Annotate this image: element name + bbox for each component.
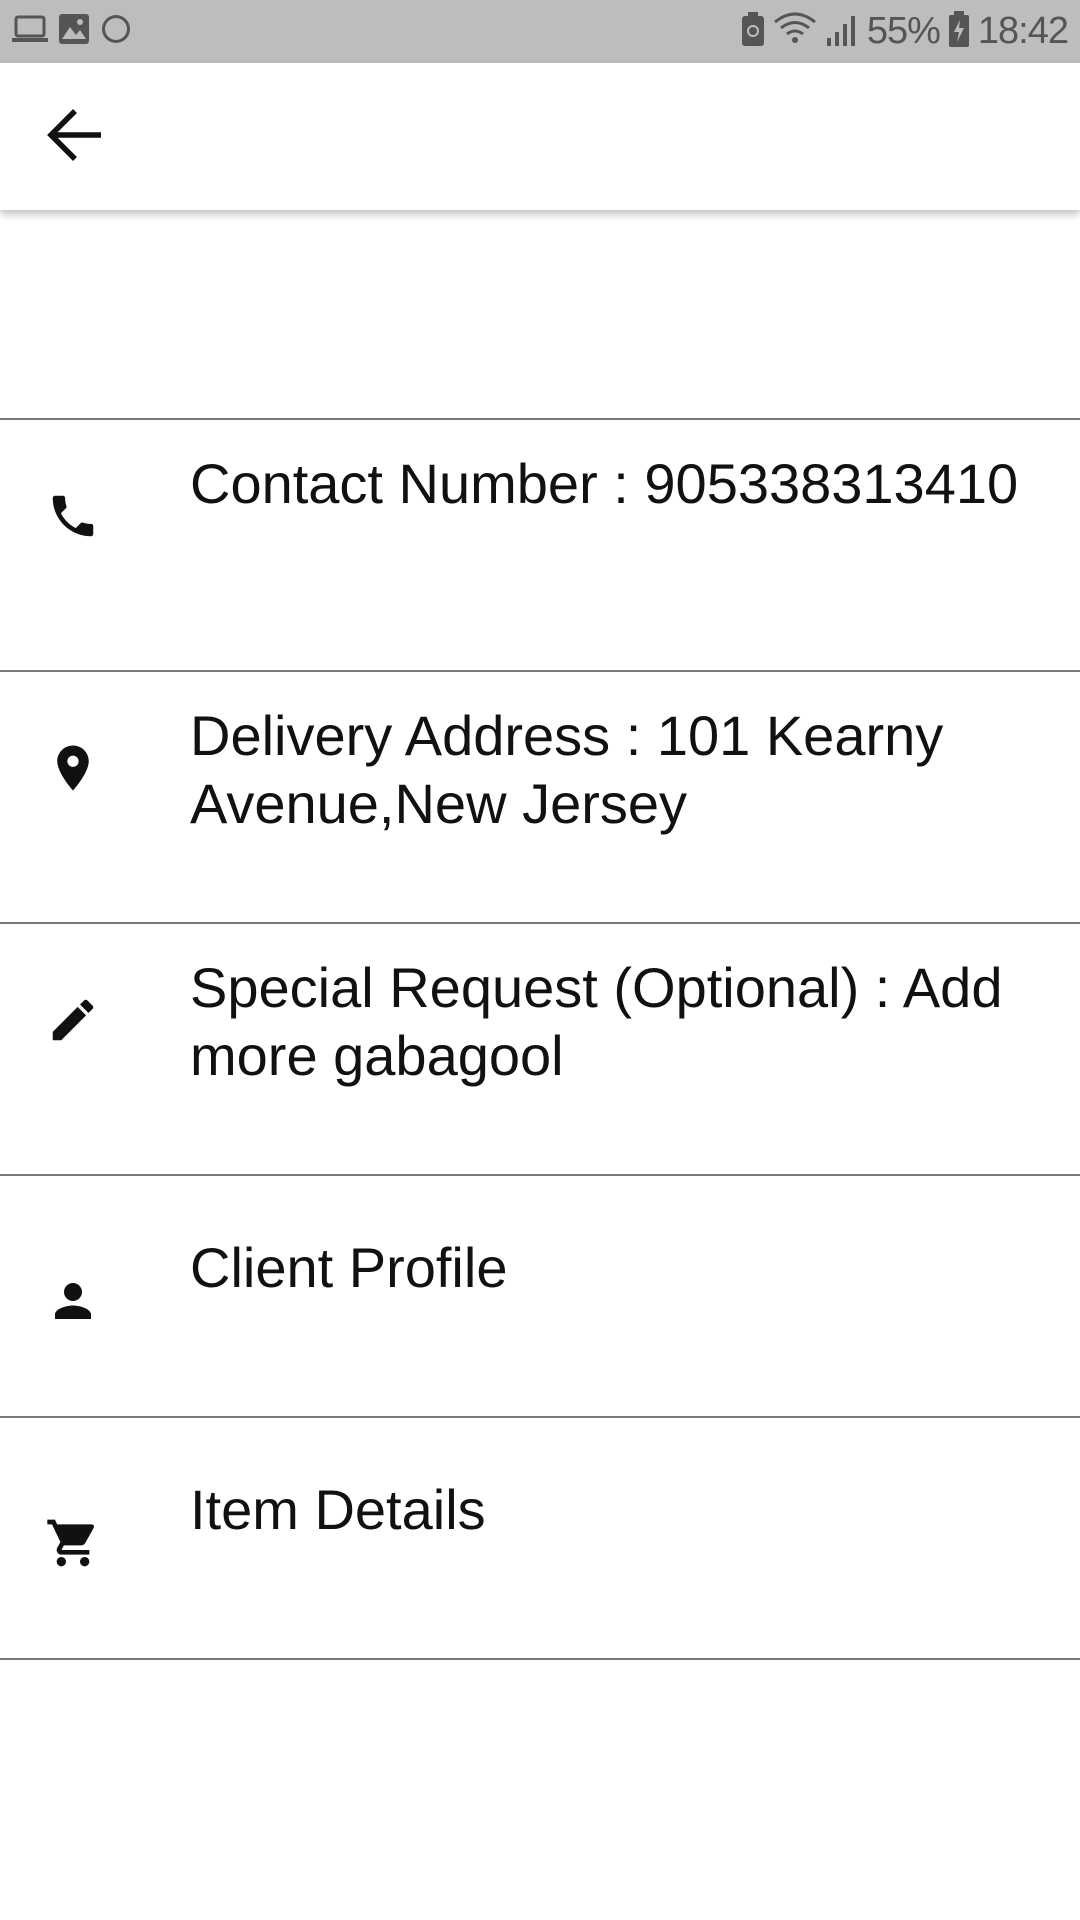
contact-number-text: Contact Number : 905338313410 <box>190 452 1019 515</box>
clock: 18:42 <box>977 10 1069 52</box>
status-left-icons <box>12 0 132 63</box>
phone-icon <box>40 483 106 549</box>
battery-saver-icon <box>741 12 765 51</box>
status-bar: 55% 18:42 <box>0 0 1080 63</box>
person-icon <box>40 1268 106 1334</box>
image-icon <box>58 13 90 50</box>
list-item-special-request[interactable]: Special Request (Optional) : Add more ga… <box>0 924 1080 1174</box>
laptop-icon <box>12 14 48 49</box>
special-request-text: Special Request (Optional) : Add more ga… <box>190 956 1003 1087</box>
divider <box>0 1658 1080 1660</box>
list-item-delivery-address[interactable]: Delivery Address : 101 Kearny Avenue,New… <box>0 672 1080 922</box>
arrow-back-icon <box>45 107 103 168</box>
status-right: 55% 18:42 <box>741 0 1069 63</box>
battery-percent: 55% <box>866 10 941 52</box>
battery-icon <box>948 11 970 52</box>
client-profile-label: Client Profile <box>190 1236 508 1299</box>
back-button[interactable] <box>30 93 118 181</box>
wifi-icon <box>773 12 817 51</box>
pencil-icon <box>40 987 106 1053</box>
location-pin-icon <box>40 735 106 801</box>
cart-icon <box>40 1510 106 1576</box>
app-bar <box>0 63 1080 210</box>
list-item-contact-number[interactable]: Contact Number : 905338313410 <box>0 420 1080 670</box>
signal-icon <box>825 12 859 51</box>
list-item-client-profile[interactable]: Client Profile <box>0 1176 1080 1416</box>
list-item-item-details[interactable]: Item Details <box>0 1418 1080 1658</box>
delivery-address-text: Delivery Address : 101 Kearny Avenue,New… <box>190 704 944 835</box>
item-details-label: Item Details <box>190 1478 486 1541</box>
moon-icon <box>100 13 132 50</box>
